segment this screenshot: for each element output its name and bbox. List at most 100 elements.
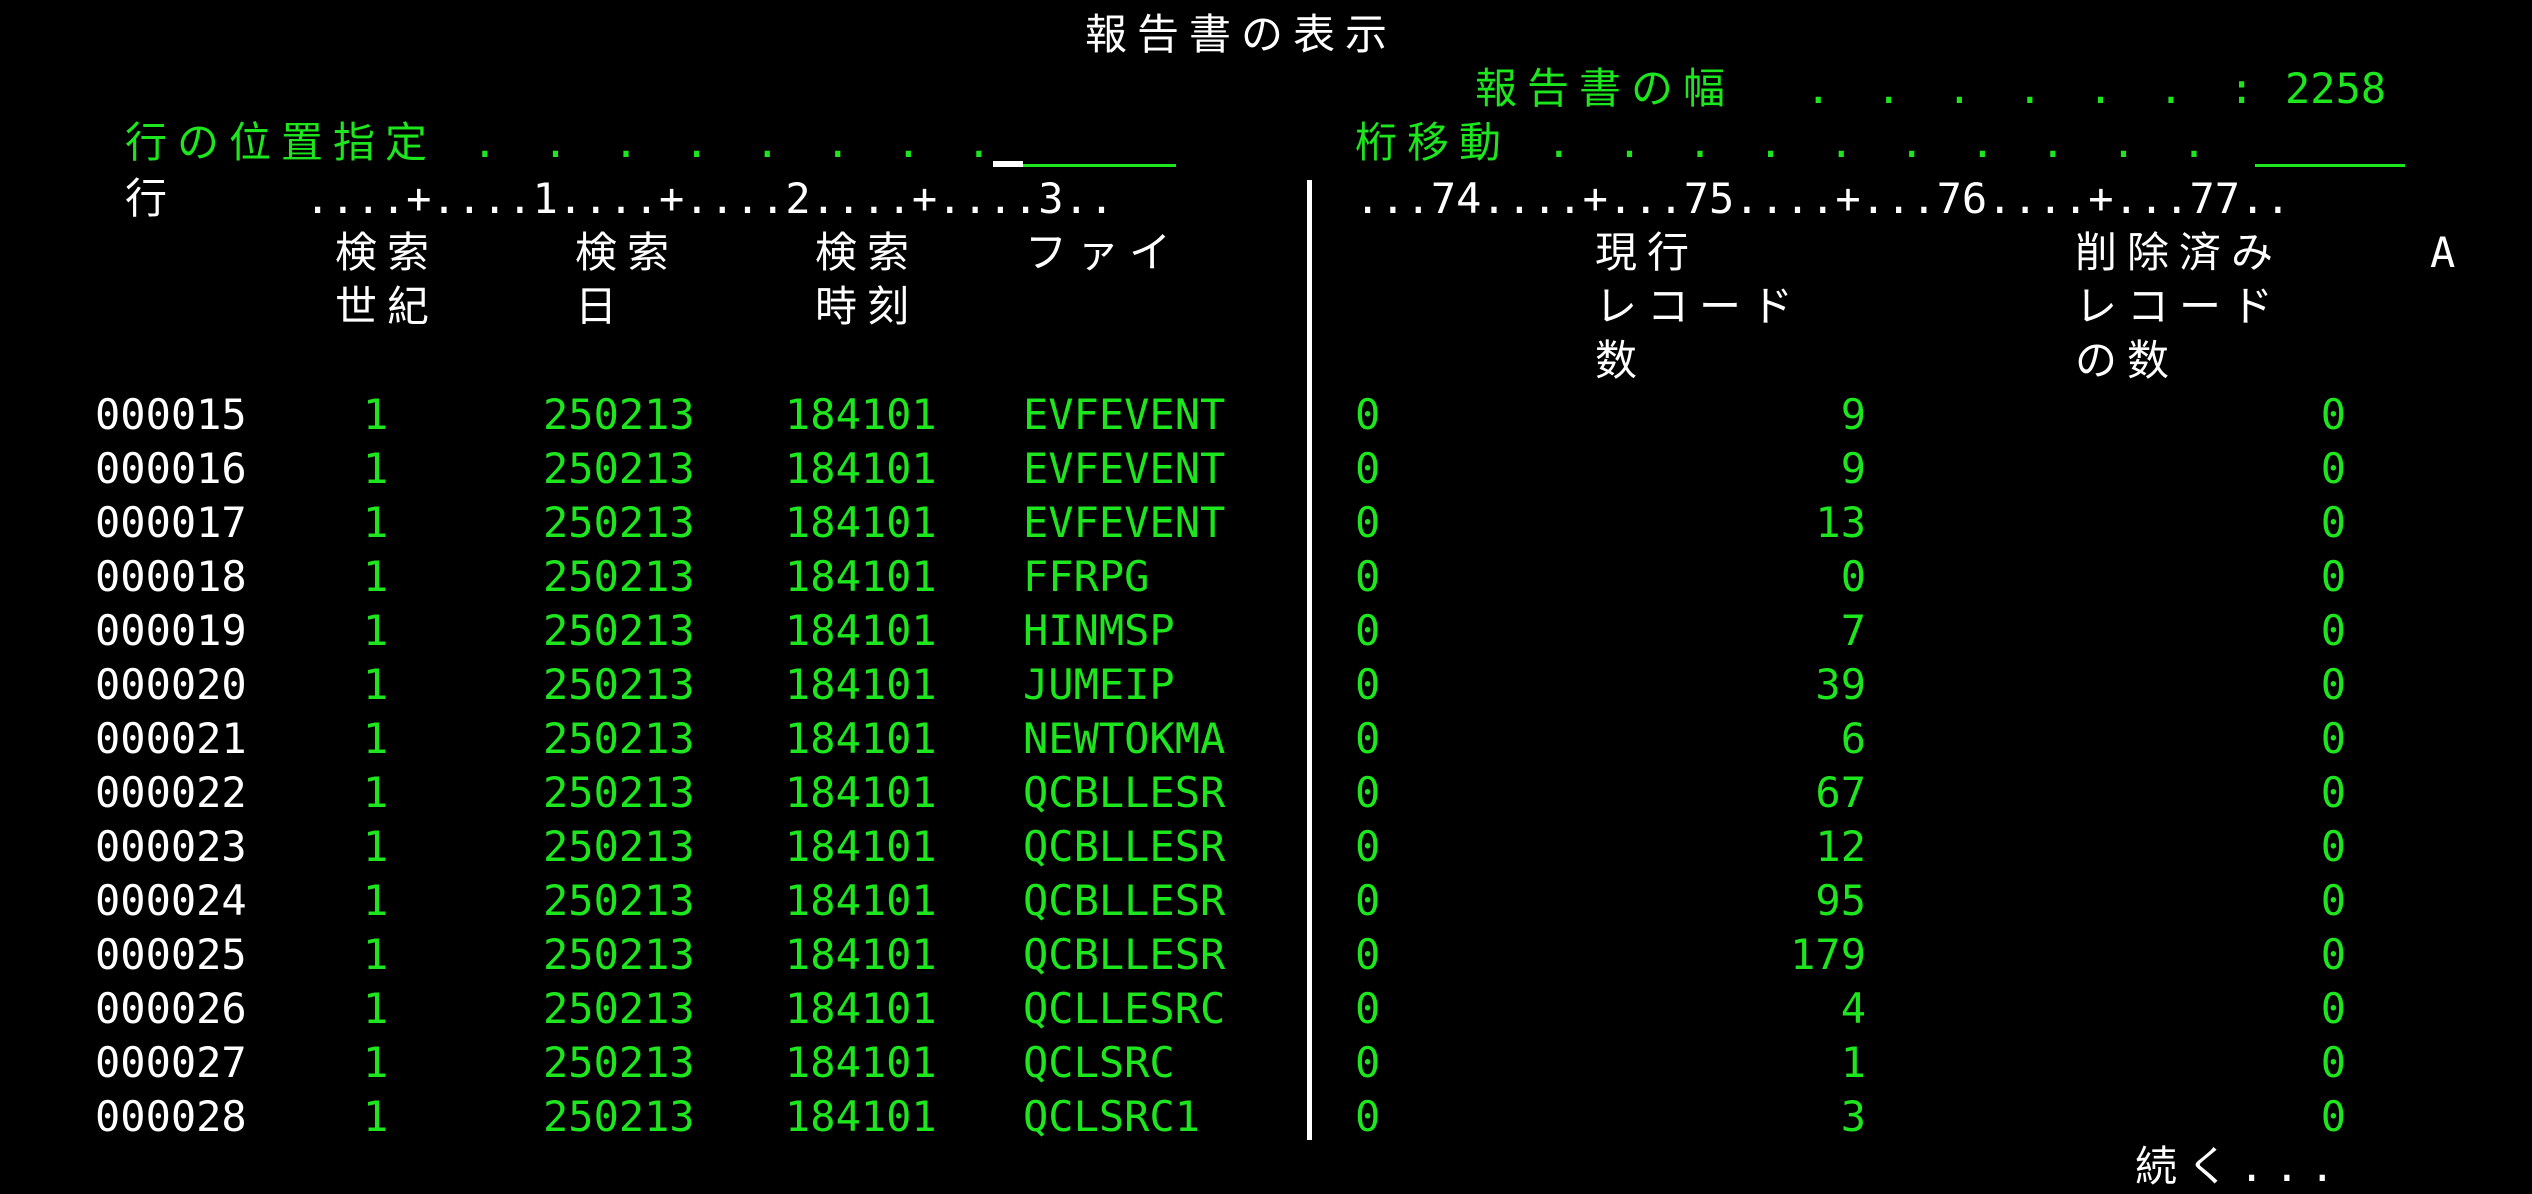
header-search-century-2: 世紀 bbox=[335, 282, 440, 331]
column-ruler-right: ...74....+...75....+...76....+...77.. bbox=[1355, 174, 2291, 223]
flag-cell: 0 bbox=[1355, 822, 1381, 871]
deleted-records-cell: 0 bbox=[2320, 390, 2346, 439]
file-cell: EVFEVENT bbox=[1023, 390, 1226, 439]
file-cell: QCLLESRC bbox=[1023, 984, 1226, 1033]
line-number: 000028 bbox=[95, 1092, 247, 1141]
flag-cell: 0 bbox=[1355, 1038, 1381, 1087]
flag-cell: 0 bbox=[1355, 444, 1381, 493]
text-cursor bbox=[993, 161, 1023, 167]
shift-columns-input[interactable] bbox=[2255, 116, 2405, 170]
date-cell: 250213 bbox=[543, 930, 695, 979]
time-cell: 184101 bbox=[785, 984, 937, 1033]
current-records-cell: 179 bbox=[1790, 930, 1866, 979]
century-cell: 1 bbox=[363, 1092, 389, 1141]
file-cell: EVFEVENT bbox=[1023, 498, 1226, 547]
current-records-cell: 95 bbox=[1815, 876, 1866, 925]
flag-cell: 0 bbox=[1355, 552, 1381, 601]
date-cell: 250213 bbox=[543, 1038, 695, 1087]
position-to-line-label: 行の位置指定 . . . . . . . . bbox=[125, 118, 1002, 167]
column-ruler-left: ....+....1....+....2....+....3.. bbox=[305, 174, 1115, 223]
current-records-cell: 3 bbox=[1840, 1092, 1866, 1141]
file-cell: QCBLLESR bbox=[1023, 822, 1226, 871]
file-cell: QCBLLESR bbox=[1023, 876, 1226, 925]
time-cell: 184101 bbox=[785, 552, 937, 601]
file-cell: QCBLLESR bbox=[1023, 768, 1226, 817]
line-number: 000015 bbox=[95, 390, 247, 439]
century-cell: 1 bbox=[363, 984, 389, 1033]
deleted-records-cell: 0 bbox=[2320, 984, 2346, 1033]
line-number: 000021 bbox=[95, 714, 247, 763]
time-cell: 184101 bbox=[785, 1092, 937, 1141]
current-records-cell: 9 bbox=[1840, 444, 1866, 493]
line-number: 000019 bbox=[95, 606, 247, 655]
century-cell: 1 bbox=[363, 714, 389, 763]
header-search-century-1: 検索 bbox=[335, 228, 440, 277]
time-cell: 184101 bbox=[785, 768, 937, 817]
current-records-cell: 13 bbox=[1815, 498, 1866, 547]
century-cell: 1 bbox=[363, 822, 389, 871]
file-cell: JUMEIP bbox=[1023, 660, 1175, 709]
line-number: 000026 bbox=[95, 984, 247, 1033]
deleted-records-cell: 0 bbox=[2320, 552, 2346, 601]
century-cell: 1 bbox=[363, 444, 389, 493]
file-cell: QCBLLESR bbox=[1023, 930, 1226, 979]
current-records-cell: 67 bbox=[1815, 768, 1866, 817]
flag-cell: 0 bbox=[1355, 930, 1381, 979]
line-number: 000024 bbox=[95, 876, 247, 925]
file-cell: EVFEVENT bbox=[1023, 444, 1226, 493]
header-search-date-1: 検索 bbox=[575, 228, 680, 277]
line-number: 000023 bbox=[95, 822, 247, 871]
century-cell: 1 bbox=[363, 876, 389, 925]
time-cell: 184101 bbox=[785, 444, 937, 493]
ruler-row-label: 行 bbox=[125, 174, 168, 223]
header-last-column: A bbox=[2430, 228, 2456, 277]
header-current-records-1: 現行 bbox=[1595, 228, 1700, 277]
flag-cell: 0 bbox=[1355, 876, 1381, 925]
line-number: 000027 bbox=[95, 1038, 247, 1087]
century-cell: 1 bbox=[363, 498, 389, 547]
century-cell: 1 bbox=[363, 390, 389, 439]
flag-cell: 0 bbox=[1355, 390, 1381, 439]
time-cell: 184101 bbox=[785, 822, 937, 871]
header-deleted-records-1: 削除済み bbox=[2075, 228, 2284, 277]
century-cell: 1 bbox=[363, 930, 389, 979]
time-cell: 184101 bbox=[785, 876, 937, 925]
deleted-records-cell: 0 bbox=[2320, 444, 2346, 493]
current-records-cell: 9 bbox=[1840, 390, 1866, 439]
flag-cell: 0 bbox=[1355, 606, 1381, 655]
deleted-records-cell: 0 bbox=[2320, 822, 2346, 871]
date-cell: 250213 bbox=[543, 876, 695, 925]
date-cell: 250213 bbox=[543, 714, 695, 763]
file-cell: QCLSRC1 bbox=[1023, 1092, 1201, 1141]
deleted-records-cell: 0 bbox=[2320, 1038, 2346, 1087]
report-width-value: 2258 bbox=[2285, 64, 2387, 113]
flag-cell: 0 bbox=[1355, 984, 1381, 1033]
header-deleted-records-2: レコード bbox=[2075, 282, 2284, 331]
flag-cell: 0 bbox=[1355, 1092, 1381, 1141]
file-cell: HINMSP bbox=[1023, 606, 1175, 655]
current-records-cell: 0 bbox=[1840, 552, 1866, 601]
file-cell: QCLSRC bbox=[1023, 1038, 1175, 1087]
screen-title: 報告書の表示 bbox=[1085, 10, 1398, 59]
deleted-records-cell: 0 bbox=[2320, 498, 2346, 547]
file-cell: FFRPG bbox=[1023, 552, 1150, 601]
header-search-time-1: 検索 bbox=[815, 228, 920, 277]
time-cell: 184101 bbox=[785, 660, 937, 709]
time-cell: 184101 bbox=[785, 498, 937, 547]
current-records-cell: 12 bbox=[1815, 822, 1866, 871]
date-cell: 250213 bbox=[543, 606, 695, 655]
date-cell: 250213 bbox=[543, 660, 695, 709]
date-cell: 250213 bbox=[543, 390, 695, 439]
shift-columns-underline bbox=[2255, 164, 2405, 167]
deleted-records-cell: 0 bbox=[2320, 876, 2346, 925]
more-indicator: 続く... bbox=[2135, 1142, 2345, 1191]
time-cell: 184101 bbox=[785, 606, 937, 655]
header-current-records-3: 数 bbox=[1595, 336, 1648, 385]
deleted-records-cell: 0 bbox=[2320, 768, 2346, 817]
deleted-records-cell: 0 bbox=[2320, 606, 2346, 655]
date-cell: 250213 bbox=[543, 552, 695, 601]
century-cell: 1 bbox=[363, 768, 389, 817]
time-cell: 184101 bbox=[785, 390, 937, 439]
header-search-time-2: 時刻 bbox=[815, 282, 920, 331]
header-current-records-2: レコード bbox=[1595, 282, 1804, 331]
